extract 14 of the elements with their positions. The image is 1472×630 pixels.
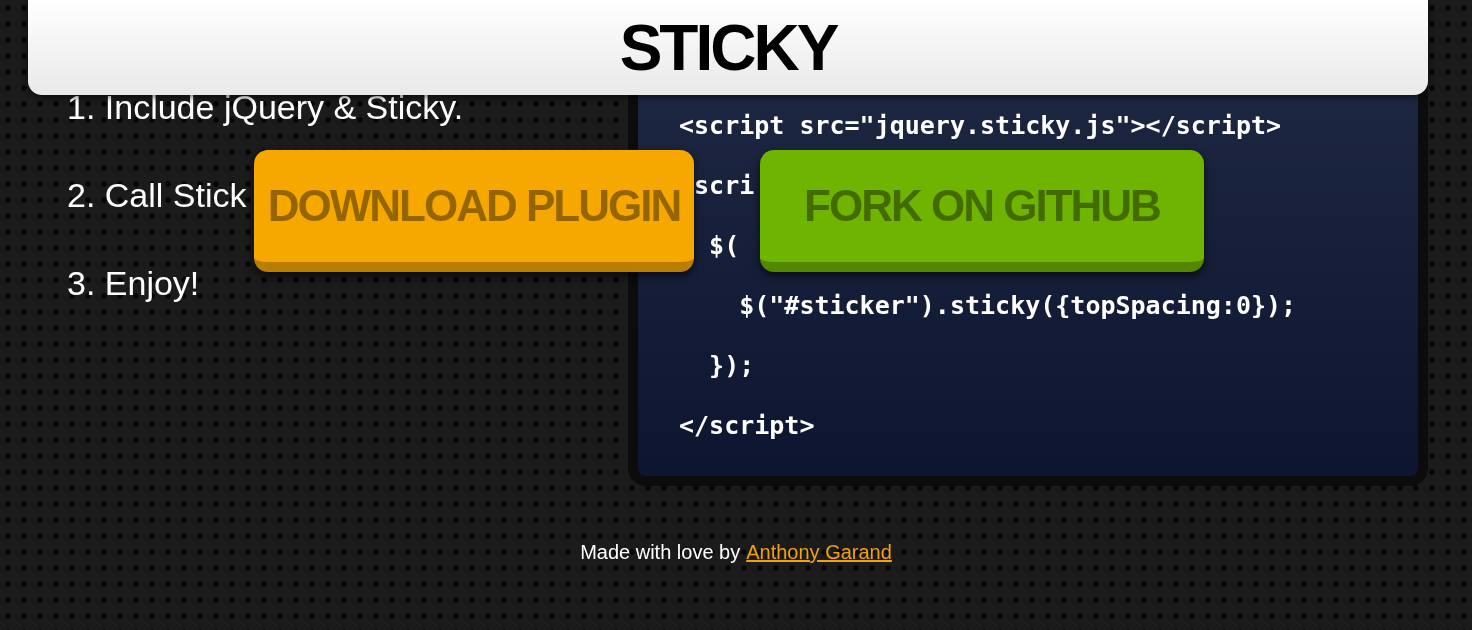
- step-text: 2. Call Stick: [67, 175, 247, 215]
- code-line: </script>: [679, 410, 815, 442]
- code-line: <script src="jquery.sticky.js"></script>: [679, 110, 1282, 142]
- code-line: $("#sticker").sticky({topSpacing:0});: [738, 290, 1297, 322]
- step-text: 1. Include jQuery & Sticky.: [67, 87, 464, 127]
- author-link[interactable]: Anthony Garand: [746, 540, 892, 564]
- link-button[interactable]: FORK ON GITHUB: [760, 150, 1204, 272]
- step-text: 3. Enjoy!: [67, 263, 200, 303]
- code-line: $(: [708, 230, 740, 262]
- credit-text: Made with love by: [580, 540, 741, 564]
- code-line: });: [708, 350, 755, 382]
- code-line: scri: [693, 170, 755, 202]
- link-button[interactable]: DOWNLOAD PLUGIN: [254, 150, 694, 272]
- header-title: STICKY: [619, 15, 837, 80]
